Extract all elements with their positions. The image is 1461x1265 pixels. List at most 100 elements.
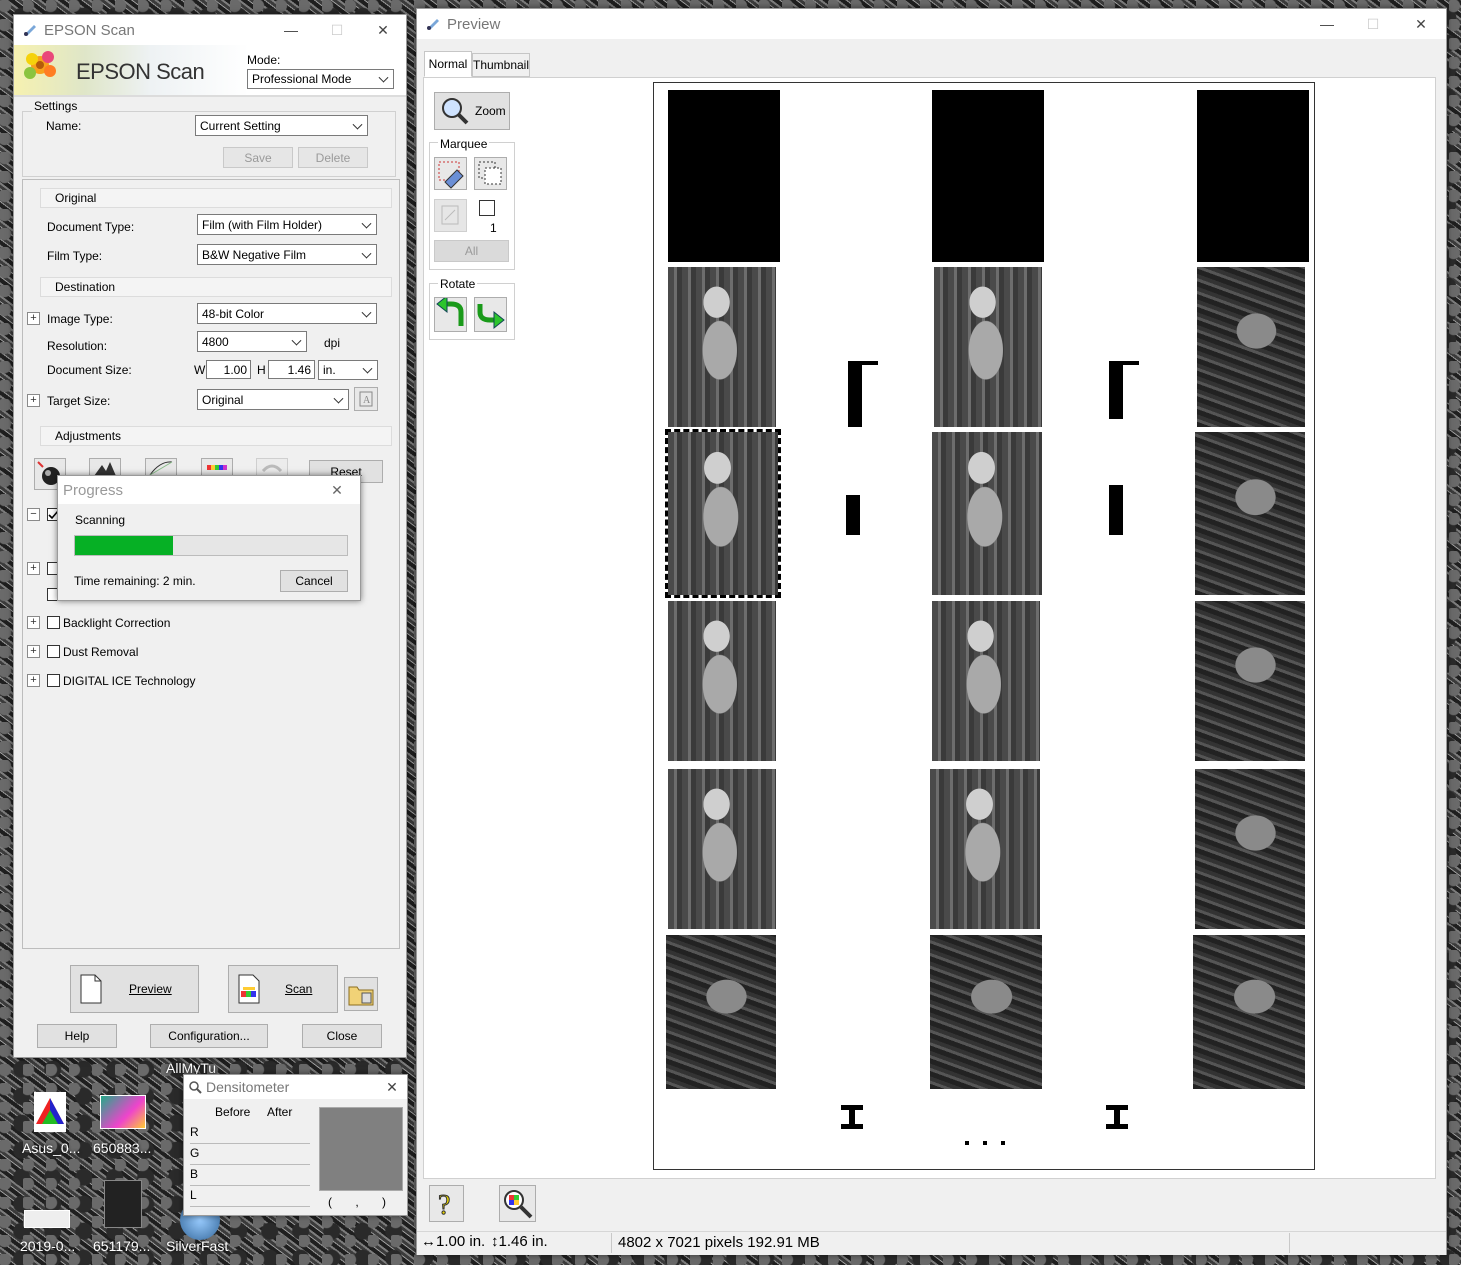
film-frame [1195,432,1305,595]
asus-file-icon [34,1092,66,1132]
select-all-button[interactable]: All [434,240,509,262]
film-frame-selected[interactable] [665,429,781,598]
desktop-icon-2019[interactable] [24,1210,70,1228]
save-button[interactable]: Save [223,147,293,168]
resolution-select[interactable]: 4800 [197,331,307,352]
document-type-label: Document Type: [47,220,135,234]
unsharp-expand-icon[interactable]: − [27,508,40,521]
rotate-left-button[interactable] [434,294,467,332]
progress-close-button[interactable]: ✕ [314,476,360,504]
document-size-label: Document Size: [47,363,132,377]
settings-name-select[interactable]: Current Setting [195,115,368,136]
preview-minimize-button[interactable]: — [1304,9,1350,39]
densitometer-close-button[interactable]: ✕ [377,1075,407,1099]
zoom-magnifier-icon [442,98,469,125]
backlight-checkbox[interactable] [47,616,60,629]
density-row-g: G [190,1146,310,1165]
film-frame [932,432,1042,595]
flower-logo-icon [24,51,56,79]
tab-thumbnail[interactable]: Thumbnail [472,53,530,77]
film-frame [666,935,776,1089]
backlight-expand-icon[interactable]: + [27,616,40,629]
resolution-unit: dpi [324,336,341,350]
auto-locate-icon [441,205,459,225]
header-divider [14,95,406,97]
progress-dialog: Progress ✕ Scanning Time remaining: 2 mi… [57,475,361,601]
zoom-button[interactable]: Zoom [434,92,510,130]
densitometer-toggle-button[interactable] [499,1185,536,1222]
tab-normal[interactable]: Normal [424,51,472,77]
density-row-l: L [190,1188,310,1207]
target-size-settings-button[interactable]: A [354,387,378,411]
destination-section-header: Destination [40,277,392,297]
desktop-icon-651179[interactable] [104,1180,142,1228]
film-frame [668,769,776,929]
dust-expand-icon[interactable]: + [27,645,40,658]
width-arrow-icon: ↔ [421,1233,436,1250]
configuration-button[interactable]: Configuration... [150,1024,268,1048]
document-type-select[interactable]: Film (with Film Holder) [197,214,377,235]
mode-select[interactable]: Professional Mode [247,69,394,89]
film-frame [930,769,1040,929]
row-label: R [190,1125,199,1139]
target-size-label: Target Size: [47,394,111,408]
after-header: After [267,1105,293,1119]
marquee-delete-button[interactable] [434,157,467,190]
holder-mark [1109,485,1123,535]
preview-close-button[interactable]: ✕ [1398,9,1444,39]
progress-status: Scanning [75,513,126,527]
svg-text:A: A [363,395,371,406]
minimize-button[interactable]: — [268,15,314,45]
name-label: Name: [46,119,82,133]
close-button[interactable]: Close [302,1024,382,1048]
descreening-expand-icon[interactable]: + [27,562,40,575]
file-save-settings-button[interactable] [344,977,378,1011]
width-input[interactable]: 1.00 [206,360,251,379]
film-type-select[interactable]: B&W Negative Film [197,244,377,265]
rotate-right-button[interactable] [474,297,507,332]
marquee-copy-button[interactable] [474,157,507,190]
ice-checkbox[interactable] [47,674,60,687]
film-frame [1197,90,1309,262]
scan-button-label: Scan [285,982,313,996]
scan-document-icon [238,974,260,1004]
help-icon-button[interactable]: ? [429,1185,464,1222]
dust-removal-checkbox[interactable] [47,645,60,658]
delete-button[interactable]: Delete [298,147,368,168]
help-button[interactable]: Help [37,1024,117,1048]
image-type-select[interactable]: 48-bit Color [197,303,377,324]
dust-removal-label: Dust Removal [63,645,139,659]
densitometer-magnifier-icon [504,1190,533,1219]
target-size-expand-icon[interactable]: + [27,394,40,407]
scan-button[interactable]: Scan [228,965,338,1013]
logo-text: EPSON Scan [76,59,205,84]
adjustments-section-header: Adjustments [40,426,392,446]
width-label: W [194,363,206,377]
holder-mark [841,1105,863,1129]
ice-expand-icon[interactable]: + [27,674,40,687]
cancel-button[interactable]: Cancel [280,570,348,592]
status-height-value: 1.46 in. [498,1233,548,1250]
help-question-icon: ? [438,1190,451,1222]
preview-button[interactable]: Preview [70,965,199,1013]
desktop-icon-label: SilverFast [166,1238,229,1254]
zoom-label: Zoom [475,104,506,118]
size-unit-select[interactable]: in. [318,360,378,380]
settings-legend: Settings [32,99,80,113]
desktop-icon-650883[interactable] [100,1095,146,1129]
height-input[interactable]: 1.46 [268,360,315,379]
status-pixels: 4802 x 7021 pixels 192.91 MB [618,1234,820,1251]
maximize-button[interactable]: ☐ [314,15,360,45]
target-size-select[interactable]: Original [197,389,349,410]
desktop-icon-asus[interactable] [28,1090,76,1138]
progress-titlebar: Progress ✕ [58,476,360,504]
preview-maximize-button[interactable]: ☐ [1350,9,1396,39]
rotate-left-icon [436,294,464,326]
progress-bar [74,535,348,556]
marquee-count-icon [479,200,495,216]
auto-locate-button[interactable] [434,199,467,232]
close-window-button[interactable]: ✕ [360,15,406,45]
image-type-expand-icon[interactable]: + [27,312,40,325]
folder-icon [348,986,374,1006]
preview-titlebar: Preview — ☐ ✕ [417,9,1446,39]
